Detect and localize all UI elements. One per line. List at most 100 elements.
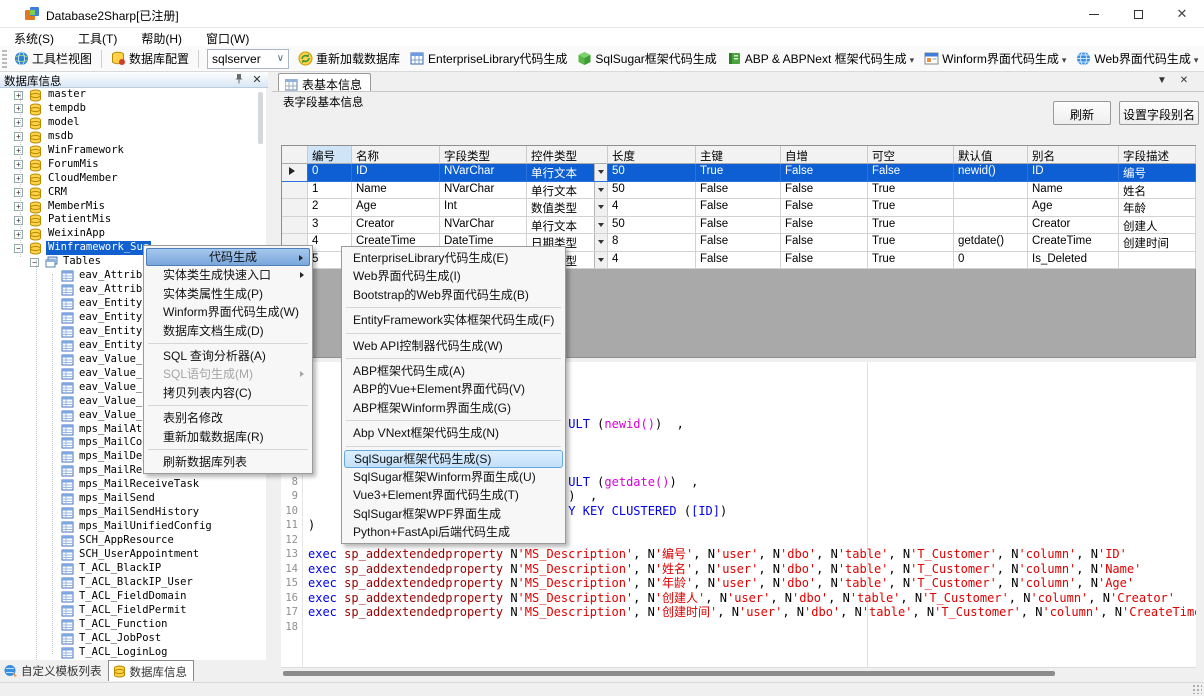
grid-cell[interactable]: True <box>868 217 954 235</box>
left-tab-inactive[interactable]: 自定义模板列表 <box>0 660 108 681</box>
code-submenu-item-8[interactable]: ABP框架代码生成(A) <box>344 362 563 380</box>
grid-cell[interactable]: newid() <box>954 164 1028 182</box>
minimize-button[interactable] <box>1072 0 1116 28</box>
grid-cell[interactable]: 50 <box>608 217 696 235</box>
grid-cell[interactable]: True <box>868 252 954 270</box>
tree-item-T_ACL_BlackIP_User[interactable]: T_ACL_BlackIP_User <box>0 576 266 590</box>
grid-cell[interactable]: getdate() <box>954 234 1028 252</box>
close-button[interactable]: ✕ <box>1160 0 1204 28</box>
tree-item-msdb[interactable]: +msdb <box>0 130 266 144</box>
context-menu-item-11[interactable]: 重新加载数据库(R) <box>146 428 310 446</box>
control-type-dropdown-icon[interactable] <box>594 182 607 199</box>
tree-item-SCH_AppResource[interactable]: SCH_AppResource <box>0 534 266 548</box>
tree-expander-icon[interactable]: + <box>14 174 23 183</box>
dropdown-arrow-icon[interactable]: ▾ <box>910 55 915 65</box>
tree-item-T_ACL_FieldPermit[interactable]: T_ACL_FieldPermit <box>0 604 266 618</box>
tree-item-master[interactable]: +master <box>0 88 266 102</box>
grid-cell[interactable]: 姓名 <box>1119 182 1196 200</box>
grid-row-header[interactable] <box>282 164 308 182</box>
grid-cell[interactable]: False <box>781 252 868 270</box>
tree-item-PatientMis[interactable]: +PatientMis <box>0 213 266 227</box>
pin-icon[interactable] <box>232 73 246 87</box>
grid-cell[interactable]: False <box>781 182 868 200</box>
grid-row[interactable]: 2AgeInt数值类型4FalseFalseTrueAge年龄 <box>282 199 1195 217</box>
grid-cell[interactable] <box>954 199 1028 217</box>
grid-cell[interactable]: False <box>781 164 868 182</box>
tree-item-CRM[interactable]: +CRM <box>0 186 266 200</box>
grid-cell[interactable]: False <box>696 182 781 200</box>
tree-item-T_ACL_Function[interactable]: T_ACL_Function <box>0 618 266 632</box>
grid-cell[interactable]: ID <box>1028 164 1119 182</box>
context-menu-item-8[interactable]: 拷贝列表内容(C) <box>146 384 310 402</box>
tree-item-mps_MailReceiveTask[interactable]: mps_MailReceiveTask <box>0 478 266 492</box>
grid-cell[interactable]: True <box>868 182 954 200</box>
grid-row[interactable]: 1NameNVarChar单行文本50FalseFalseTrueName姓名 <box>282 182 1195 200</box>
control-type-dropdown-icon[interactable] <box>594 164 607 181</box>
editor-hscrollbar[interactable] <box>281 667 1196 678</box>
grid-cell[interactable]: 2 <box>308 199 352 217</box>
grid-cell[interactable] <box>954 182 1028 200</box>
tab-table-basic-info[interactable]: 表基本信息 <box>278 73 371 91</box>
grid-cell[interactable]: 3 <box>308 217 352 235</box>
tree-close-icon[interactable]: ✕ <box>250 73 264 86</box>
grid-cell[interactable]: 0 <box>954 252 1028 270</box>
context-menu-item-13[interactable]: 刷新数据库列表 <box>146 453 310 471</box>
code-submenu-item-9[interactable]: ABP的Vue+Element界面代码(V) <box>344 380 563 398</box>
grid-cell[interactable]: Name <box>352 182 440 200</box>
code-submenu-item-0[interactable]: EnterpriseLibrary代码生成(E) <box>344 249 563 267</box>
tab-list-dropdown-icon[interactable]: ▼ <box>1154 75 1170 86</box>
grid-cell[interactable]: 创建时间 <box>1119 234 1196 252</box>
grid-cell[interactable]: True <box>868 199 954 217</box>
tree-item-WinFramework[interactable]: +WinFramework <box>0 144 266 158</box>
code-submenu-item-18[interactable]: Python+FastApi后端代码生成 <box>344 523 563 541</box>
tree-item-mps_MailUnifiedConfig[interactable]: mps_MailUnifiedConfig <box>0 520 266 534</box>
grid-cell[interactable]: NVarChar <box>440 164 527 182</box>
toolbar-grip[interactable] <box>2 50 7 68</box>
tree-item-T_ACL_JobPost[interactable]: T_ACL_JobPost <box>0 632 266 646</box>
code-submenu-item-15[interactable]: SqlSugar框架Winform界面生成(U) <box>344 468 563 486</box>
grid-cell[interactable]: Creator <box>1028 217 1119 235</box>
database-type-select[interactable]: sqlserver∨ <box>207 49 289 69</box>
editor-hscrollbar-thumb[interactable] <box>283 671 1055 676</box>
tree-expander-icon[interactable]: + <box>14 104 23 113</box>
toolbar-button-btn6[interactable]: 重新加载数据库 <box>294 48 404 70</box>
tree-item-ForumMis[interactable]: +ForumMis <box>0 158 266 172</box>
grid-cell[interactable]: NVarChar <box>440 217 527 235</box>
grid-cell[interactable]: False <box>781 234 868 252</box>
grid-cell[interactable]: 0 <box>308 164 352 182</box>
tree-expander-icon[interactable]: + <box>14 230 23 239</box>
tree-item-T_ACL_BlackIP[interactable]: T_ACL_BlackIP <box>0 562 266 576</box>
toolbar-button-abpabpnext[interactable]: ABP & ABPNext 框架代码生成▾ <box>723 48 918 70</box>
grid-cell[interactable]: 50 <box>608 164 696 182</box>
context-menu-item-1[interactable]: 实体类生成快速入口 <box>146 266 310 284</box>
grid-cell[interactable]: False <box>781 217 868 235</box>
code-submenu-item-12[interactable]: Abp VNext框架代码生成(N) <box>344 424 563 442</box>
grid-cell[interactable]: CreateTime <box>1028 234 1119 252</box>
context-menu-item-4[interactable]: 数据库文档生成(D) <box>146 322 310 340</box>
grid-cell[interactable]: Int <box>440 199 527 217</box>
context-menu-item-2[interactable]: 实体类属性生成(P) <box>146 285 310 303</box>
tree-expander-icon[interactable]: + <box>14 146 23 155</box>
grid-cell[interactable]: 50 <box>608 182 696 200</box>
tab-close-icon[interactable]: ✕ <box>1176 75 1192 86</box>
grid-cell[interactable]: 4 <box>608 199 696 217</box>
grid-row-header[interactable] <box>282 182 308 200</box>
grid-cell[interactable]: False <box>696 234 781 252</box>
tree-item-SCH_UserAppointment[interactable]: SCH_UserAppointment <box>0 548 266 562</box>
grid-cell[interactable]: 单行文本 <box>527 164 608 182</box>
control-type-dropdown-icon[interactable] <box>594 234 607 251</box>
grid-cell[interactable]: Age <box>352 199 440 217</box>
code-submenu-item-17[interactable]: SqlSugar框架WPF界面生成 <box>344 505 563 523</box>
code-submenu-item-4[interactable]: EntityFramework实体框架代码生成(F) <box>344 311 563 329</box>
tree-expander-icon[interactable]: + <box>14 132 23 141</box>
toolbar-button-sqlsugar[interactable]: SqlSugar框架代码生成 <box>573 48 720 70</box>
code-submenu-item-16[interactable]: Vue3+Element界面代码生成(T) <box>344 486 563 504</box>
grid-cell[interactable]: False <box>868 164 954 182</box>
code-submenu-item-14[interactable]: SqlSugar框架代码生成(S) <box>344 450 563 468</box>
tree-expander-icon[interactable]: + <box>14 160 23 169</box>
tree-scrollbar[interactable] <box>258 92 263 144</box>
refresh-button[interactable]: 刷新 <box>1053 101 1111 125</box>
code-submenu-item-2[interactable]: Bootstrap的Web界面代码生成(B) <box>344 286 563 304</box>
tree-item-T_ACL_FieldDomain[interactable]: T_ACL_FieldDomain <box>0 590 266 604</box>
grid-cell[interactable]: 4 <box>608 252 696 270</box>
